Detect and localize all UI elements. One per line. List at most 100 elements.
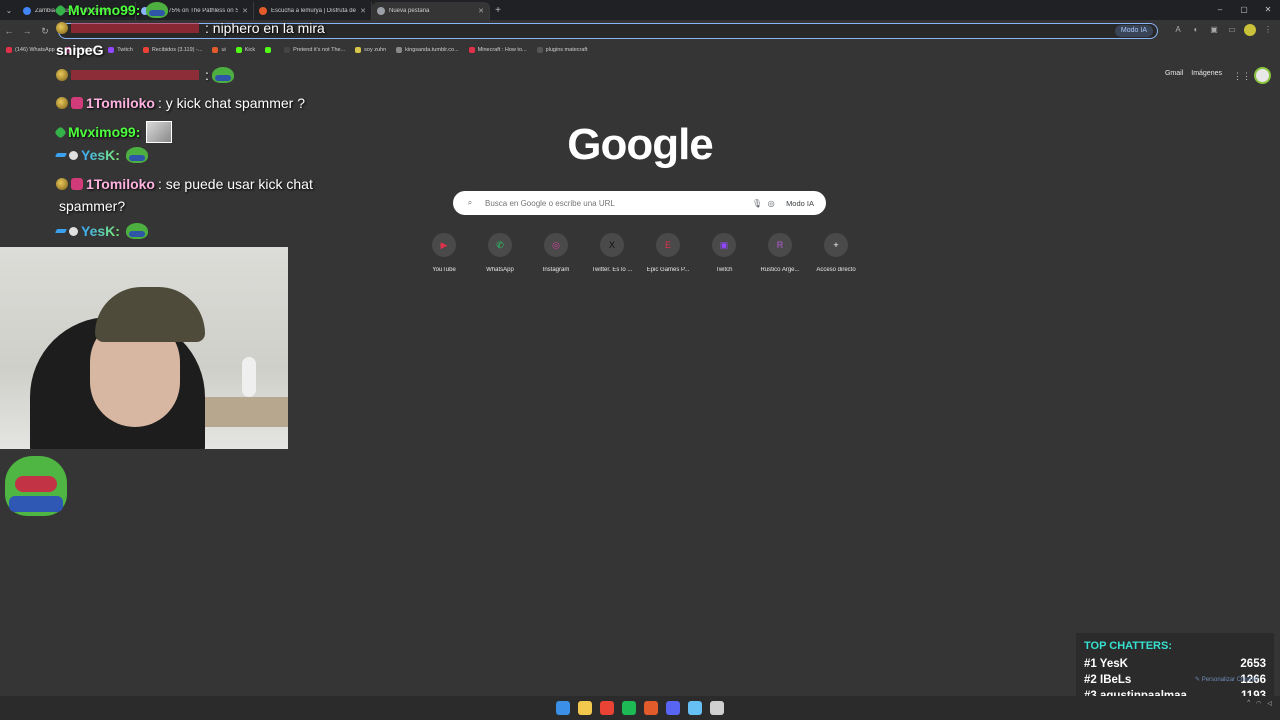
avatar[interactable] bbox=[1254, 67, 1271, 84]
translate-icon[interactable]: A bbox=[1172, 24, 1184, 36]
menu-icon[interactable]: ⋮ bbox=[1262, 24, 1274, 36]
bookmark-item[interactable]: soy zuhn bbox=[355, 46, 386, 53]
chatter-row: #1 YesK 2653 bbox=[1084, 656, 1266, 672]
minimize-button[interactable]: – bbox=[1208, 0, 1232, 20]
shortcut-tiles: ▶ YouTube ✆ WhatsApp ◎ Instagram X Twitter. Es … bbox=[416, 233, 864, 273]
chat-username: 1Tomiloko bbox=[86, 95, 155, 111]
cast-icon[interactable]: ▭ bbox=[1226, 24, 1238, 36]
chat-username: Mvximo99: bbox=[68, 2, 141, 18]
shortcut-tile[interactable]: ✆ WhatsApp bbox=[472, 233, 528, 273]
tab-4[interactable]: Nueva pestaña ✕ bbox=[372, 2, 490, 20]
frog-emote-icon bbox=[125, 147, 148, 163]
shortcut-tile[interactable]: E Epic Games P... bbox=[640, 233, 696, 273]
shortcut-tile[interactable]: ▶ YouTube bbox=[416, 233, 472, 273]
tab-search-icon[interactable]: ⌄ bbox=[0, 0, 18, 20]
image-emote-icon bbox=[146, 121, 173, 143]
modo-ia-button[interactable]: Modo IA bbox=[782, 197, 818, 210]
bookmark-favicon-icon bbox=[284, 46, 291, 53]
shortcut-label: Instagram bbox=[542, 267, 570, 273]
frog-emote-icon bbox=[211, 67, 234, 83]
shortcut-glyph: + bbox=[833, 240, 839, 250]
search-box[interactable]: ⌕ 🎙 ◎ Modo IA bbox=[453, 191, 826, 215]
reload-icon[interactable]: ↻ bbox=[36, 26, 54, 37]
tab-close-icon[interactable]: ✕ bbox=[360, 7, 366, 15]
taskbar-app-icon[interactable] bbox=[600, 701, 614, 715]
shortcut-tile[interactable]: X Twitter. Es lo ... bbox=[584, 233, 640, 273]
tab-title: Escucha a lemurya | Disfruta de bbox=[271, 8, 356, 14]
bookmark-item[interactable]: Minecraft : How to... bbox=[468, 46, 527, 53]
back-icon[interactable]: ← bbox=[0, 26, 18, 36]
close-window-button[interactable]: ✕ bbox=[1256, 0, 1280, 20]
lens-icon[interactable]: ◎ bbox=[764, 199, 778, 208]
bookmark-favicon-icon bbox=[536, 46, 543, 53]
images-link[interactable]: Imágenes bbox=[1191, 70, 1222, 77]
shortcut-icon: E bbox=[656, 233, 680, 257]
volume-icon[interactable]: ◁ bbox=[1267, 700, 1272, 707]
bookmark-item[interactable]: ui bbox=[212, 46, 226, 53]
shortcut-icon: R bbox=[768, 233, 792, 257]
taskbar-app-icon[interactable] bbox=[644, 701, 658, 715]
bookmark-item[interactable]: kingsanda.tumblr.co... bbox=[396, 46, 459, 53]
profile-icon[interactable] bbox=[1244, 24, 1256, 36]
chatter-rank: #2 bbox=[1084, 674, 1097, 686]
bookmark-item[interactable]: Twitch bbox=[108, 46, 133, 53]
shortcut-tile[interactable]: + Acceso directo bbox=[808, 233, 864, 273]
shortcut-glyph: E bbox=[664, 240, 671, 250]
bookmarks-bar: (146) WhatsApp Instagram Twitch Recibidos (… bbox=[0, 42, 1280, 57]
tab-close-icon[interactable]: ✕ bbox=[478, 7, 484, 15]
webcam-lamp bbox=[242, 357, 256, 397]
taskbar-app-icon[interactable] bbox=[666, 701, 680, 715]
shortcut-glyph: X bbox=[608, 240, 615, 250]
taskbar-app-icon[interactable] bbox=[578, 701, 592, 715]
chat-badge-icon bbox=[56, 178, 68, 190]
google-logo: Google bbox=[567, 120, 714, 169]
chat-message: 1Tomiloko: y kick chat spammer ? bbox=[56, 95, 305, 111]
chat-message: : niphero en la mira bbox=[56, 20, 325, 36]
bookmark-item[interactable]: plugins matecraft bbox=[536, 46, 587, 53]
shortcut-label: Acceso directo bbox=[816, 267, 856, 273]
puzzle-icon[interactable]: ▣ bbox=[1208, 24, 1220, 36]
google-apps-icon[interactable]: ⋮⋮ bbox=[1233, 70, 1251, 82]
modo-ia-chip[interactable]: Modo IA bbox=[1114, 25, 1153, 37]
windows-taskbar bbox=[0, 696, 1280, 720]
bookmark-item[interactable] bbox=[265, 46, 274, 53]
maximize-button[interactable]: ▢ bbox=[1232, 0, 1256, 20]
shortcut-label: Twitter. Es lo ... bbox=[591, 267, 633, 273]
shortcut-glyph: R bbox=[776, 240, 784, 250]
taskbar-app-icon[interactable] bbox=[556, 701, 570, 715]
tab-close-icon[interactable]: ✕ bbox=[242, 7, 248, 15]
bookmark-favicon-icon bbox=[235, 46, 242, 53]
soundcloud-favicon-icon bbox=[259, 7, 267, 15]
top-chatters-title: TOP CHATTERS: bbox=[1084, 640, 1173, 652]
chat-badge-icon bbox=[54, 125, 67, 139]
shortcut-glyph: ✆ bbox=[496, 239, 504, 250]
chevron-up-icon[interactable]: ^ bbox=[1247, 700, 1250, 707]
shortcut-tile[interactable]: ◎ Instagram bbox=[528, 233, 584, 273]
taskbar-app-icon[interactable] bbox=[710, 701, 724, 715]
taskbar-app-icon[interactable] bbox=[688, 701, 702, 715]
bookmark-item[interactable]: (146) WhatsApp bbox=[6, 46, 55, 53]
wifi-icon[interactable]: ◠ bbox=[1256, 700, 1261, 707]
shortcut-icon: ▶ bbox=[432, 233, 456, 257]
bookmark-favicon-icon bbox=[468, 46, 475, 53]
bookmark-item[interactable]: Pretend it's not The... bbox=[284, 46, 345, 53]
bookmark-favicon-icon bbox=[6, 46, 12, 53]
microphone-icon[interactable]: 🎙 bbox=[750, 199, 764, 208]
tab-3[interactable]: Escucha a lemurya | Disfruta de ✕ bbox=[254, 2, 372, 20]
bookmark-label: kingsanda.tumblr.co... bbox=[405, 46, 459, 53]
new-tab-button[interactable]: + bbox=[490, 5, 506, 16]
chat-message: 1Tomiloko: se puede usar kick chat bbox=[56, 176, 313, 192]
gmail-link[interactable]: Gmail bbox=[1165, 70, 1183, 77]
shortcut-label: Twitch bbox=[715, 267, 733, 273]
system-tray: ^ ◠ ◁ bbox=[1247, 700, 1272, 707]
chat-badge-icon bbox=[56, 97, 68, 109]
shortcut-tile[interactable]: R Rustico Arge... bbox=[752, 233, 808, 273]
shortcut-tile[interactable]: ▣ Twitch bbox=[696, 233, 752, 273]
bookmark-item[interactable]: Recibidos (3.119) -... bbox=[142, 46, 202, 53]
personalize-chrome-button[interactable]: ✎ Personalizar Chrome bbox=[1195, 676, 1258, 683]
search-input[interactable] bbox=[485, 198, 751, 208]
extension-icon[interactable]: ◐ bbox=[1190, 24, 1202, 36]
bookmark-item[interactable]: Kick bbox=[235, 46, 255, 53]
taskbar-app-icon[interactable] bbox=[622, 701, 636, 715]
forward-icon[interactable]: → bbox=[18, 26, 36, 36]
